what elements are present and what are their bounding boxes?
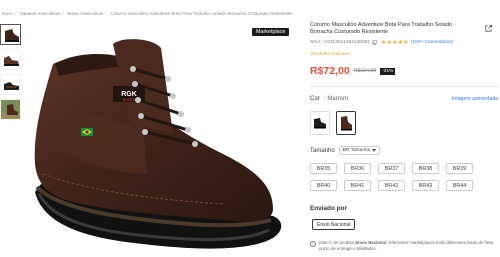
size-option[interactable]: BR37 xyxy=(378,163,405,174)
breadcrumb-separator: / xyxy=(14,11,17,16)
rating-stars: ★★★★★ xyxy=(380,40,409,47)
size-label: Tamanho xyxy=(310,147,335,154)
breadcrumb-subcategory[interactable]: Botas masculinas xyxy=(67,11,103,16)
chevron-down-icon xyxy=(372,149,377,152)
shipping-note-text: Este é um produto Envio Nacional. Difere… xyxy=(319,240,495,251)
product-title: Coturno Masculino Adventure Bota Para Tr… xyxy=(310,22,453,36)
enlarge-image-link[interactable]: Imagem aumentada xyxy=(452,96,498,102)
vendor-label: Vendedor indicado xyxy=(310,52,350,58)
size-option[interactable]: BR40 xyxy=(310,180,337,191)
breadcrumb-home[interactable]: Início xyxy=(2,11,13,16)
size-option[interactable]: BR36 xyxy=(344,163,371,174)
color-label: Cor xyxy=(310,96,320,102)
thumbnail-list xyxy=(0,24,22,124)
size-option[interactable]: BR39 xyxy=(446,163,473,174)
price-row: R$72,00 R$104,90 -31% xyxy=(310,65,498,77)
breadcrumb-category[interactable]: Sapatos masculinos xyxy=(20,11,61,16)
marketplace-badge: Marketplace xyxy=(252,28,290,36)
info-icon: i xyxy=(310,241,316,247)
reviews-link[interactable]: (100+ Comentários) xyxy=(411,40,454,45)
brand-logo-subtext: BOOTS xyxy=(123,98,136,102)
thumbnail-3[interactable] xyxy=(0,74,21,95)
brand-logo-text: RGK xyxy=(121,91,137,98)
boot-lifestyle-thumbnail-icon xyxy=(1,100,20,119)
original-price: R$104,90 xyxy=(353,68,377,75)
boot-brown-icon xyxy=(341,116,352,131)
sku-label: SKU: xyxy=(310,40,322,46)
breadcrumb-separator: / xyxy=(105,11,107,16)
breadcrumb-current: Coturno Masculino Adventure Bota Para Tr… xyxy=(109,11,292,16)
color-value: Marrom xyxy=(327,96,349,102)
boot-image-icon: RGK BOOTS xyxy=(34,39,282,249)
size-system-select[interactable]: BR Tamanho xyxy=(338,146,381,155)
breadcrumb: Início / Sapatos masculinos / Botas mascul… xyxy=(2,11,292,16)
product-info: Coturno Masculino Adventure Bota Para Tr… xyxy=(310,22,498,77)
size-options: BR35 BR36 BR37 BR38 BR39 BR40 BR41 BR42 … xyxy=(310,163,473,191)
sku-rating-row: SKU: cr2312021462140292 ★★★★★ (100+ Come… xyxy=(310,39,498,46)
size-option[interactable]: BR44 xyxy=(446,180,473,191)
share-icon[interactable] xyxy=(484,24,493,33)
boot-thumbnail-icon xyxy=(1,75,20,94)
size-system-value: BR Tamanho xyxy=(342,148,371,153)
discount-badge: -31% xyxy=(380,67,396,75)
main-product-image[interactable]: RGK BOOTS xyxy=(23,24,291,257)
shipping-label: Enviado por xyxy=(310,205,347,212)
size-option[interactable]: BR43 xyxy=(412,180,439,191)
color-row: Cor : Marrom Imagem aumentada xyxy=(310,96,498,102)
shipping-note: i Este é um produto Envio Nacional. Dife… xyxy=(310,240,495,251)
size-option[interactable]: BR35 xyxy=(310,163,337,174)
copy-icon[interactable] xyxy=(372,40,377,46)
sku-value: cr2312021462140292 xyxy=(323,40,370,46)
boot-thumbnail-icon xyxy=(1,25,20,44)
current-price: R$72,00 xyxy=(310,65,350,78)
thumbnail-2[interactable] xyxy=(0,49,21,70)
breadcrumb-separator: / xyxy=(62,11,64,16)
color-value-prefix: : xyxy=(323,96,326,102)
size-option[interactable]: BR41 xyxy=(344,180,371,191)
size-option[interactable]: BR38 xyxy=(412,163,439,174)
boot-thumbnail-icon xyxy=(1,50,20,69)
size-option[interactable]: BR42 xyxy=(378,180,405,191)
boot-black-icon xyxy=(314,118,326,129)
color-swatches xyxy=(310,111,356,135)
divider xyxy=(310,86,498,87)
shipping-option-button[interactable]: Envio Nacional xyxy=(312,219,356,230)
size-row: Tamanho BR Tamanho xyxy=(310,146,381,155)
shipping-note-bold: Envio Nacional xyxy=(355,240,387,245)
color-swatch-black[interactable] xyxy=(310,111,330,135)
thumbnail-1[interactable] xyxy=(0,24,21,45)
shipping-note-prefix: Este é um produto xyxy=(319,240,356,245)
color-swatch-brown[interactable] xyxy=(336,111,356,135)
thumbnail-4[interactable] xyxy=(0,99,21,120)
